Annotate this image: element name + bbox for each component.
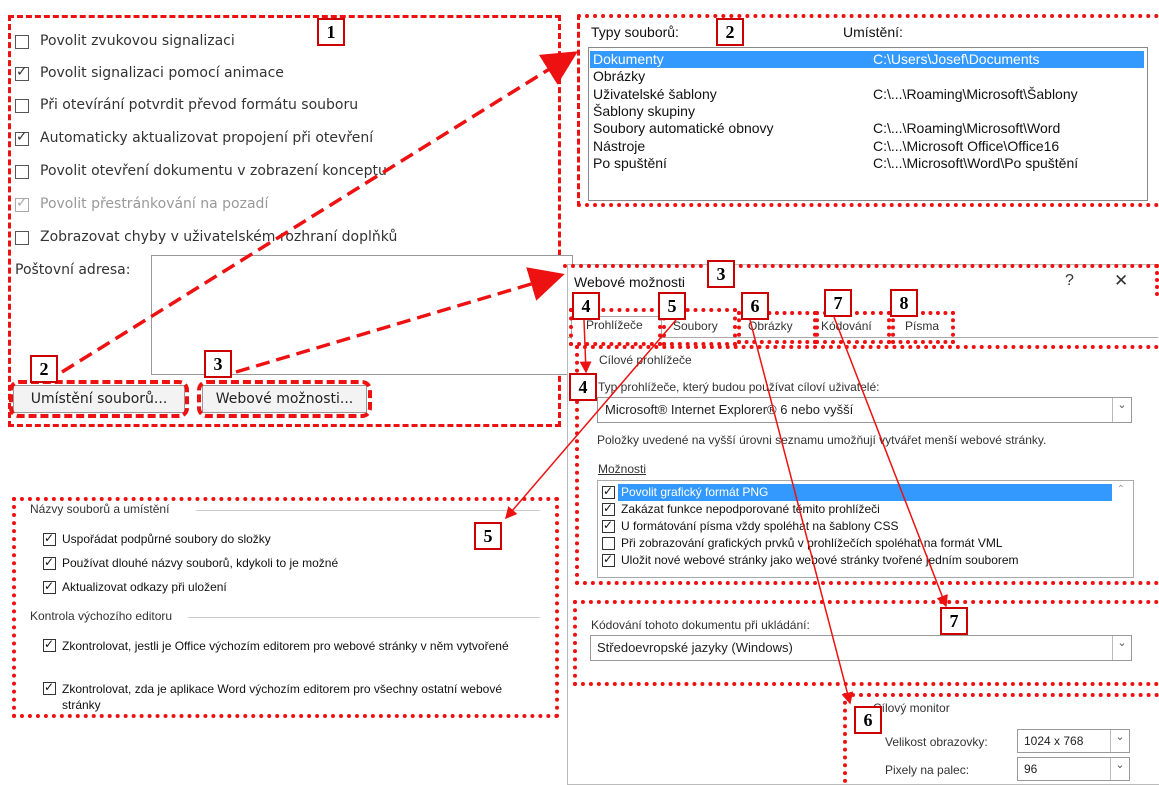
arrow-3 bbox=[235, 267, 565, 374]
annotation-arrows bbox=[61, 51, 948, 705]
arrow-5 bbox=[505, 319, 677, 520]
arrow-2 bbox=[61, 51, 578, 374]
arrow-7 bbox=[833, 316, 948, 608]
arrow-4 bbox=[579, 319, 592, 374]
arrow-6 bbox=[749, 319, 854, 705]
